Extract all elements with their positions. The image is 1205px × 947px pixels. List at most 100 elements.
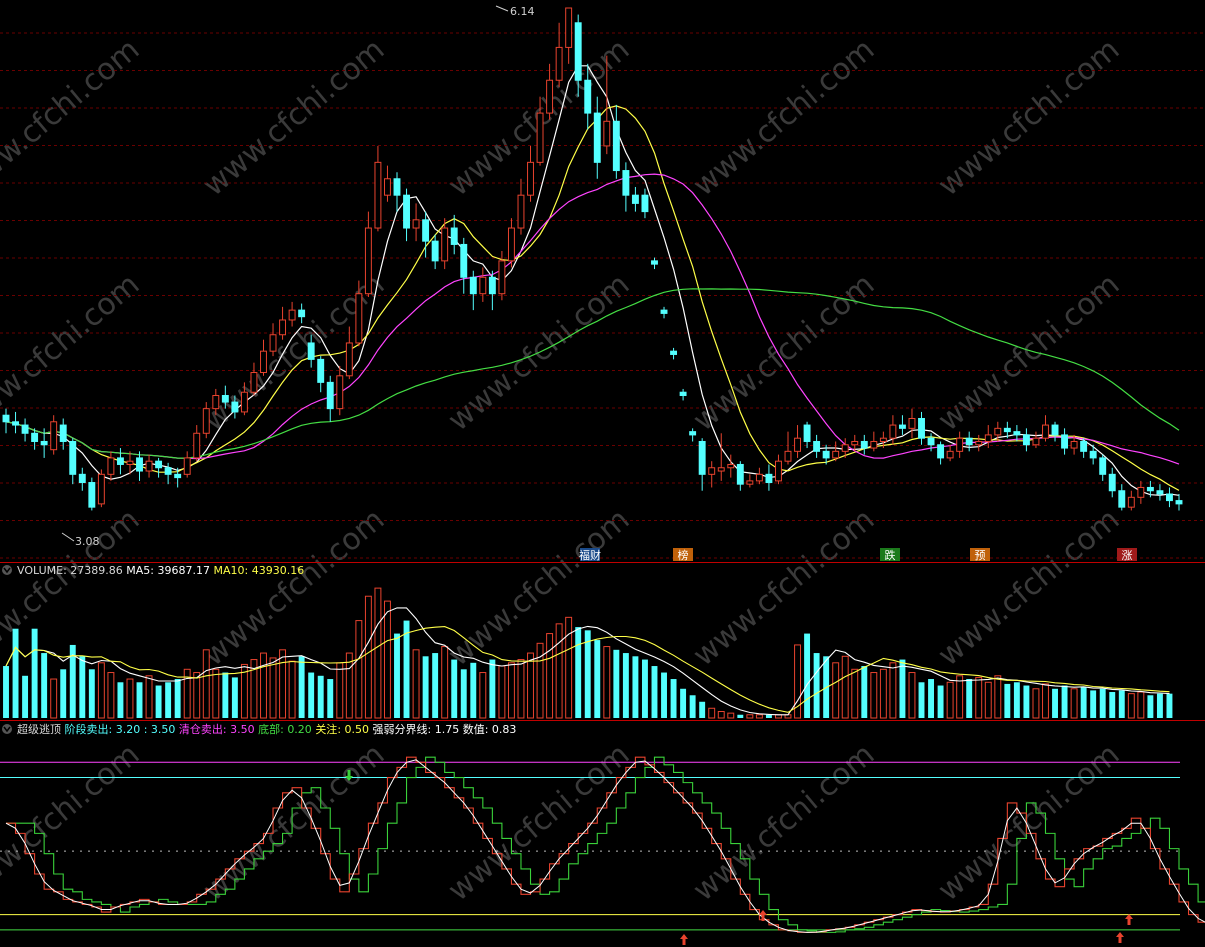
event-marker[interactable]: 跌 (880, 548, 900, 562)
volume-value: 27389.86 (70, 564, 123, 577)
candle-body-up (851, 440, 859, 446)
candle-body-up (1127, 496, 1135, 508)
volume-bar (536, 642, 544, 719)
volume-bar (155, 685, 162, 718)
volume-bar (97, 662, 105, 719)
volume-bar (1032, 688, 1040, 719)
candle-body-up (507, 227, 515, 262)
candle-body-down (803, 424, 811, 442)
candle-body-up (832, 450, 840, 459)
candle-body-up (479, 276, 487, 295)
candle-body-up (107, 457, 115, 475)
candle-body-up (269, 334, 277, 352)
volume-bar (412, 649, 420, 719)
volume-bar (641, 659, 648, 718)
collapse-indicator-icon[interactable] (2, 724, 12, 734)
candle-body-down (298, 309, 306, 318)
event-marker-label: 福财 (579, 548, 601, 562)
volume-bar (3, 666, 9, 718)
volume-bar (107, 672, 115, 719)
legend-stage-sell-value-2: 3.50 (151, 723, 176, 736)
candle-body-up (374, 161, 382, 229)
candle-body-down (813, 440, 821, 452)
candle-body-down (765, 473, 773, 484)
volume-bar (222, 672, 229, 718)
event-marker[interactable]: 榜 (673, 548, 693, 562)
candle-body-up (870, 440, 878, 449)
volume-bar (498, 665, 506, 719)
candle-body-up (603, 120, 611, 147)
volume-bar (813, 653, 820, 718)
candle-body-down (1061, 434, 1069, 449)
candle-body-up (364, 227, 372, 295)
candle-body-down (612, 120, 620, 172)
candle-body-up (908, 417, 916, 429)
candle-body-down (670, 350, 678, 355)
volume-bar (298, 656, 305, 718)
volume-bar (727, 712, 735, 719)
candle-body-down (174, 473, 182, 479)
volume-bar (336, 662, 344, 719)
volume-bar (22, 675, 29, 718)
event-marker[interactable]: 涨 (1117, 548, 1137, 562)
volume-bar (517, 659, 525, 719)
volume-bar (1080, 687, 1087, 718)
candle-body-down (488, 276, 496, 295)
candle-body-down (221, 395, 229, 403)
candle-body-up (555, 46, 563, 81)
candle-body-down (317, 358, 325, 383)
candle-body-down (1013, 431, 1021, 436)
volume-bar (136, 682, 143, 718)
volume-bar (394, 633, 400, 718)
volume-bar (670, 679, 677, 718)
candle-body-up (956, 437, 964, 452)
candle-body-up (193, 432, 201, 459)
candle-body-down (78, 473, 86, 484)
volume-bar (899, 659, 906, 718)
event-marker[interactable]: 预 (970, 548, 990, 562)
candle-body-down (1118, 490, 1126, 508)
volume-bar (202, 649, 210, 719)
volume-bar (1099, 688, 1106, 718)
candle-body-up (183, 457, 191, 475)
legend-stage-sell-label: 阶段卖出 (65, 722, 109, 736)
volume-bar (956, 675, 964, 719)
candle-body-up (794, 437, 801, 452)
volume-bar (746, 714, 754, 719)
candle-body-down (1146, 486, 1154, 492)
volume-label: VOLUME (17, 564, 63, 577)
candle-body-down (403, 194, 410, 229)
volume-bar (489, 659, 496, 718)
candle-body-down (1089, 450, 1097, 459)
event-marker-label: 涨 (1122, 549, 1133, 562)
candle-body-down (307, 342, 315, 360)
volume-bar (832, 662, 840, 719)
candle-body-up (1137, 486, 1145, 498)
volume-bar (689, 695, 696, 718)
collapse-volume-icon[interactable] (2, 565, 12, 575)
candle-body-up (775, 460, 782, 482)
candle-body-down (1156, 490, 1164, 495)
candle-body-up (994, 427, 1002, 436)
volume-bar (1156, 693, 1163, 718)
candle-body-up (212, 395, 220, 410)
legend-clear-sell-value: 3.50 (230, 723, 255, 736)
legend-value-label: 数值 (463, 723, 485, 736)
candle-body-down (1022, 434, 1030, 446)
volume-bar (870, 672, 878, 719)
volume-bar (603, 646, 611, 719)
legend-value-value: 0.83 (492, 723, 517, 736)
candle-body-down (393, 178, 401, 196)
volume-bar (1070, 688, 1078, 719)
event-marker[interactable]: 福财 (579, 548, 601, 562)
candle-body-up (498, 260, 506, 295)
volume-bar (460, 669, 467, 718)
candle-body-down (1166, 493, 1173, 502)
candle-body-up (384, 178, 391, 196)
candle-body-up (984, 434, 992, 442)
candle-body-up (1032, 437, 1040, 446)
volume-bar (1137, 691, 1145, 719)
candle-body-up (336, 375, 344, 410)
candle-body-down (593, 112, 601, 163)
volume-bar (79, 656, 86, 718)
